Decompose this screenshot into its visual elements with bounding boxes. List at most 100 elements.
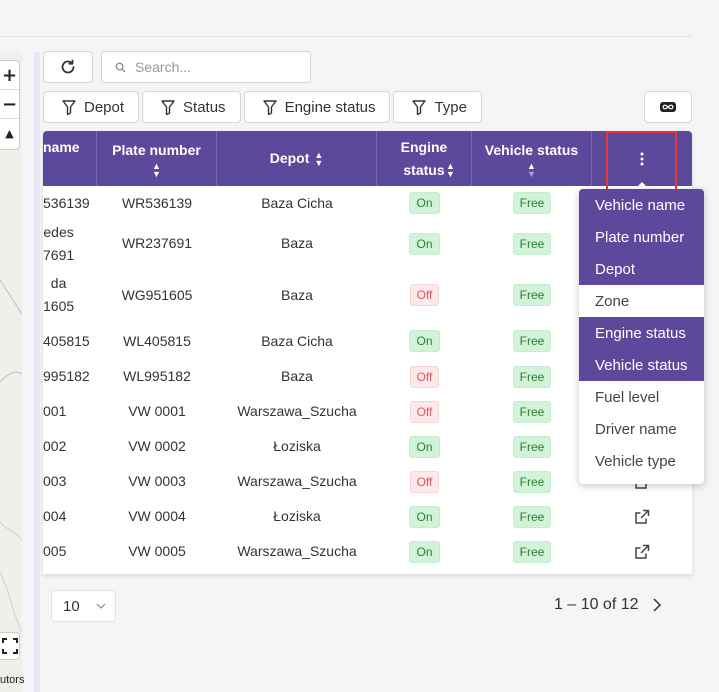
table-row[interactable]: 004 VW 0004 Łoziska On Free <box>43 499 692 534</box>
menu-item-vehicle-status[interactable]: Vehicle status <box>579 349 704 381</box>
menu-caret <box>635 182 649 189</box>
cell-depot: Baza <box>281 286 313 303</box>
engine-status-badge: On <box>409 330 440 352</box>
zoom-in-button[interactable]: + <box>0 61 19 90</box>
menu-item-vehicle-name[interactable]: Vehicle name <box>579 189 704 221</box>
cell-depot: Łoziska <box>273 438 321 454</box>
cell-depot: Warszawa_Szucha <box>237 403 357 419</box>
cell-engine-status: Off <box>377 359 472 394</box>
search-input[interactable] <box>135 59 295 75</box>
vehicle-status-badge: Free <box>512 330 552 352</box>
engine-status-badge: On <box>409 435 440 458</box>
cell-engine-status: On <box>377 323 472 359</box>
cell-name: 536139 <box>43 194 90 211</box>
cell-engine-status: On <box>377 499 472 534</box>
cell-plate: WG951605 <box>121 286 193 303</box>
menu-item-depot[interactable]: Depot <box>579 253 704 285</box>
cell-vehicle-status: Free <box>472 186 592 220</box>
menu-item-engine-status[interactable]: Engine status <box>579 317 704 349</box>
sort-icon: ▲ ▼ <box>152 161 161 179</box>
vehicle-status-badge: Free <box>512 540 552 563</box>
zoom-out-button[interactable]: − <box>0 90 19 119</box>
filter-label: Depot <box>84 98 125 116</box>
cell-plate: WL405815 <box>123 332 191 349</box>
cell-name: da 1605 <box>43 275 75 314</box>
cell-vehicle-status: Free <box>472 499 592 534</box>
cell-plate: WL995182 <box>123 368 191 384</box>
cell-vehicle-status: Free <box>472 359 592 394</box>
cell-name: 002 <box>43 438 67 454</box>
pagination-range: 1 – 10 of 12 <box>554 596 639 613</box>
filter-label: Type <box>434 98 467 116</box>
cell-depot: Baza Cicha <box>261 194 333 211</box>
link-toggle-button[interactable] <box>644 91 692 123</box>
cell-plate: WR237691 <box>121 235 193 251</box>
sort-icon: ▲ ▼ <box>314 150 324 169</box>
column-header-plate[interactable]: Plate number ▲ ▼ <box>97 131 217 186</box>
menu-item-zone[interactable]: Zone <box>579 285 704 317</box>
cell-plate: VW 0001 <box>128 403 186 419</box>
column-header-name[interactable]: name <box>43 131 97 186</box>
engine-status-badge: On <box>409 232 440 255</box>
menu-item-fuel-level[interactable]: Fuel level <box>579 381 704 413</box>
cell-open[interactable] <box>592 499 692 534</box>
cell-engine-status: Off <box>377 267 472 323</box>
refresh-icon <box>61 59 75 74</box>
next-page-button[interactable] <box>652 597 662 618</box>
column-label: Plate number <box>112 142 201 158</box>
table-header: name Plate number ▲ ▼ Depot ▲ ▼ Engine stat… <box>43 131 692 186</box>
open-external-icon <box>635 509 650 524</box>
cell-depot: Baza <box>281 368 313 384</box>
vehicle-status-badge: Free <box>512 232 552 255</box>
filter-bar: Depot Status Engine status Type <box>43 91 482 123</box>
reset-north-button[interactable]: ▲ <box>0 119 19 148</box>
link-icon <box>660 102 676 112</box>
page-size-select[interactable]: 10 <box>51 590 116 622</box>
cell-name: 005 <box>43 543 67 559</box>
cell-vehicle-status: Free <box>472 429 592 464</box>
filter-depot[interactable]: Depot <box>43 91 140 123</box>
filter-icon <box>412 99 427 115</box>
chevron-down-icon <box>96 603 106 609</box>
filter-engine-status[interactable]: Engine status <box>243 91 391 123</box>
engine-status-badge: Off <box>409 470 440 493</box>
refresh-button[interactable] <box>43 51 93 83</box>
map-attribution[interactable]: utors <box>0 674 24 686</box>
column-header-vehicle-status[interactable]: Vehicle status ▲ ▼ <box>472 131 592 186</box>
app-root: + − ▲ utors Depot Status <box>0 0 719 692</box>
cell-name: 004 <box>43 508 67 524</box>
cell-vehicle-status: Free <box>472 267 592 323</box>
engine-status-badge: Off <box>409 284 440 306</box>
cell-name: edes 7691 <box>43 223 75 263</box>
cell-plate: VW 0002 <box>128 438 186 454</box>
search-box <box>101 51 311 83</box>
column-label: name <box>43 139 80 155</box>
cell-name: 995182 <box>43 368 90 384</box>
menu-item-vehicle-type[interactable]: Vehicle type <box>579 445 704 477</box>
cell-open[interactable] <box>592 534 692 569</box>
cell-engine-status: On <box>377 220 472 267</box>
column-label: Vehicle status <box>484 142 579 158</box>
vehicle-status-badge: Free <box>512 470 552 493</box>
table-row[interactable]: 005 VW 0005 Warszawa_Szucha On Free <box>43 534 692 569</box>
fullscreen-button[interactable] <box>0 632 20 660</box>
column-header-depot[interactable]: Depot ▲ ▼ <box>217 131 377 186</box>
menu-item-plate-number[interactable]: Plate number <box>579 221 704 253</box>
chevron-right-icon <box>653 598 662 612</box>
filter-icon <box>262 99 277 115</box>
cell-vehicle-status: Free <box>472 323 592 359</box>
filter-status[interactable]: Status <box>142 91 241 123</box>
column-header-engine-status[interactable]: Engine status ▲ ▼ <box>377 131 472 186</box>
engine-status-badge: On <box>409 505 440 528</box>
panel-resize-handle[interactable] <box>34 52 40 692</box>
menu-item-driver-name[interactable]: Driver name <box>579 413 704 445</box>
vehicle-status-badge: Free <box>512 505 552 528</box>
cell-name: 003 <box>43 473 67 489</box>
cell-engine-status: On <box>377 186 472 220</box>
filter-type[interactable]: Type <box>393 91 482 123</box>
cell-vehicle-status: Free <box>472 464 592 499</box>
cell-depot: Warszawa_Szucha <box>237 473 357 489</box>
vehicle-status-badge: Free <box>512 365 552 388</box>
sort-icon: ▲ ▼ <box>527 161 536 179</box>
filter-label: Engine status <box>284 98 376 116</box>
